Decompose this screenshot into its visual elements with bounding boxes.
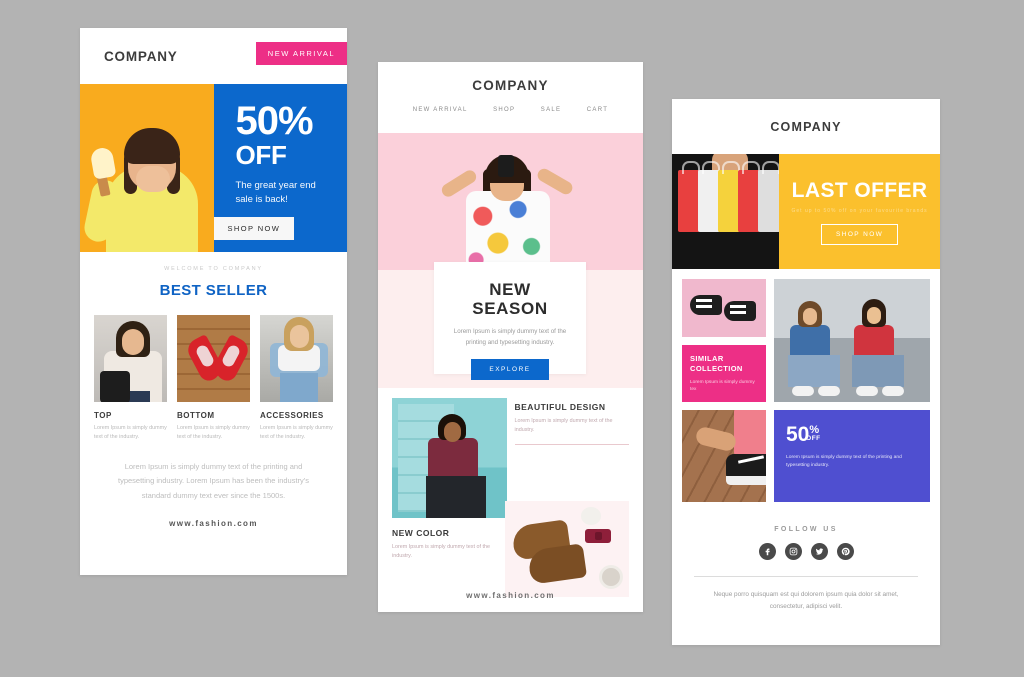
similar-collection-card[interactable]: SIMILAR COLLECTION Lorem Ipsum is simply… — [682, 345, 766, 402]
divider — [514, 444, 629, 446]
panel3-header: COMPANY — [672, 99, 940, 154]
social-icons — [672, 543, 940, 560]
product-desc: Lorem Ipsum is simply dummy text of the … — [177, 425, 250, 440]
product-title: ACCESSORIES — [260, 411, 324, 420]
product-title: TOP — [94, 411, 112, 420]
product-photo-accessories — [260, 315, 333, 402]
new-season-card: NEW SEASON Lorem Ipsum is simply dummy t… — [434, 262, 586, 381]
panel2-logo: COMPANY — [472, 78, 549, 93]
similar-title-line2: COLLECTION — [690, 363, 743, 373]
new-arrival-badge[interactable]: NEW ARRIVAL — [255, 42, 347, 65]
panel3-logo: COMPANY — [770, 119, 842, 134]
nav-item-new-arrival[interactable]: NEW ARRIVAL — [413, 107, 468, 113]
panel1-logo: COMPANY — [104, 48, 178, 64]
follow-us-heading: FOLLOW US — [774, 526, 838, 533]
best-seller-heading: BEST SELLER — [159, 282, 268, 299]
discount-percent: 50% — [235, 99, 314, 143]
new-color-title: NEW COLOR — [392, 528, 450, 538]
product-grid: TOP Lorem Ipsum is simply dummy text of … — [80, 315, 347, 442]
product-cell-accessories[interactable]: ACCESSORIES Lorem Ipsum is simply dummy … — [260, 315, 333, 442]
discount-off-label: OFF — [235, 140, 287, 170]
beautiful-design-title: BEAUTIFUL DESIGN — [514, 402, 606, 412]
panel1-hero-text: 50% OFF The great year end sale is back!… — [213, 84, 347, 252]
email-template-panel-3: COMPANY LAST OFFER Get up to 50% off on … — [672, 99, 940, 645]
new-season-title-line1: NEW — [489, 280, 531, 299]
fifty-percent-off-card[interactable]: 50 % OFF Lorem Ipsum is simply dummy tex… — [774, 410, 930, 502]
explore-button[interactable]: EXPLORE — [471, 359, 549, 381]
hero-photo-ice-cream-girl — [80, 84, 214, 252]
panel1-website-url[interactable]: www.fashion.com — [80, 519, 347, 528]
product-desc: Lorem Ipsum is simply dummy text of the … — [260, 425, 333, 440]
nav-item-shop[interactable]: SHOP — [493, 107, 515, 113]
pinterest-icon[interactable] — [836, 543, 854, 560]
hero-subtitle: The great year end sale is back! — [235, 180, 316, 206]
new-season-desc: Lorem Ipsum is simply dummy text of the … — [453, 328, 567, 346]
product-desc: Lorem Ipsum is simply dummy text of the … — [94, 425, 167, 440]
panel1-hero: 50% OFF The great year end sale is back!… — [80, 84, 347, 252]
panel2-left-column: NEW COLOR Lorem Ipsum is simply dummy te… — [392, 398, 507, 561]
product-photo-bottom — [177, 315, 250, 402]
panel1-header: COMPANY NEW ARRIVAL — [80, 28, 347, 84]
hero-photo-shopping-bags — [672, 154, 780, 269]
similar-title-line1: SIMILAR — [690, 354, 724, 363]
facebook-icon[interactable] — [758, 543, 776, 560]
panel3-hero: LAST OFFER Get up to 50% off on your fav… — [672, 154, 940, 269]
twitter-icon[interactable] — [810, 543, 828, 560]
similar-desc: Lorem Ipsum is simply dummy tex — [690, 379, 755, 393]
panel3-content-grid: SIMILAR COLLECTION Lorem Ipsum is simply… — [672, 269, 940, 512]
last-offer-subtitle: Get up to 50% off on your favourite bran… — [791, 207, 928, 214]
email-template-panel-2: COMPANY NEW ARRIVAL SHOP SALE CART NEW S… — [378, 62, 643, 612]
new-season-title-line2: SEASON — [472, 299, 548, 319]
panel2-nav: NEW ARRIVAL SHOP SALE CART — [378, 93, 643, 123]
offer-off-label: OFF — [806, 435, 821, 442]
panel2-lower-section: NEW COLOR Lorem Ipsum is simply dummy te… — [378, 388, 643, 598]
welcome-eyebrow: WELCOME TO COMPANY — [164, 266, 263, 272]
panel3-footer-text: Neque porro quisquam est qui dolorem ips… — [713, 591, 899, 611]
beautiful-design-desc: Lorem Ipsum is simply dummy text of the … — [514, 418, 613, 434]
screenshot-canvas: COMPANY NEW ARRIVAL 50% OFF The great ye… — [0, 0, 1024, 677]
offer-desc: Lorem Ipsum is simply dummy text of the … — [786, 455, 902, 469]
hero-photo-dancing-woman — [378, 133, 643, 270]
panel1-footer-text: Lorem Ipsum is simply dummy text of the … — [118, 461, 309, 500]
follow-us-section: FOLLOW US — [672, 526, 940, 560]
product-title: BOTTOM — [177, 411, 215, 420]
photo-tying-shoelace[interactable] — [682, 410, 766, 502]
photo-two-friends[interactable] — [774, 279, 930, 402]
photo-man-sitting — [392, 398, 507, 518]
nav-item-sale[interactable]: SALE — [541, 107, 562, 113]
nav-item-cart[interactable]: CART — [587, 107, 608, 113]
photo-black-sneakers[interactable] — [682, 279, 766, 337]
photo-shoes-accessories — [505, 501, 629, 598]
panel2-website-url[interactable]: www.fashion.com — [378, 591, 643, 600]
product-cell-top[interactable]: TOP Lorem Ipsum is simply dummy text of … — [94, 315, 167, 442]
email-template-panel-1: COMPANY NEW ARRIVAL 50% OFF The great ye… — [80, 28, 347, 575]
panel3-hero-text: LAST OFFER Get up to 50% off on your fav… — [779, 154, 940, 269]
instagram-icon[interactable] — [784, 543, 802, 560]
new-color-desc: Lorem Ipsum is simply dummy text of the … — [392, 544, 490, 560]
shop-now-button[interactable]: SHOP NOW — [213, 217, 295, 240]
last-offer-title: LAST OFFER — [791, 178, 928, 202]
product-cell-bottom[interactable]: BOTTOM Lorem Ipsum is simply dummy text … — [177, 315, 250, 442]
panel2-header: COMPANY NEW ARRIVAL SHOP SALE CART — [378, 62, 643, 133]
product-photo-top — [94, 315, 167, 402]
shop-now-button[interactable]: SHOP NOW — [820, 223, 899, 245]
